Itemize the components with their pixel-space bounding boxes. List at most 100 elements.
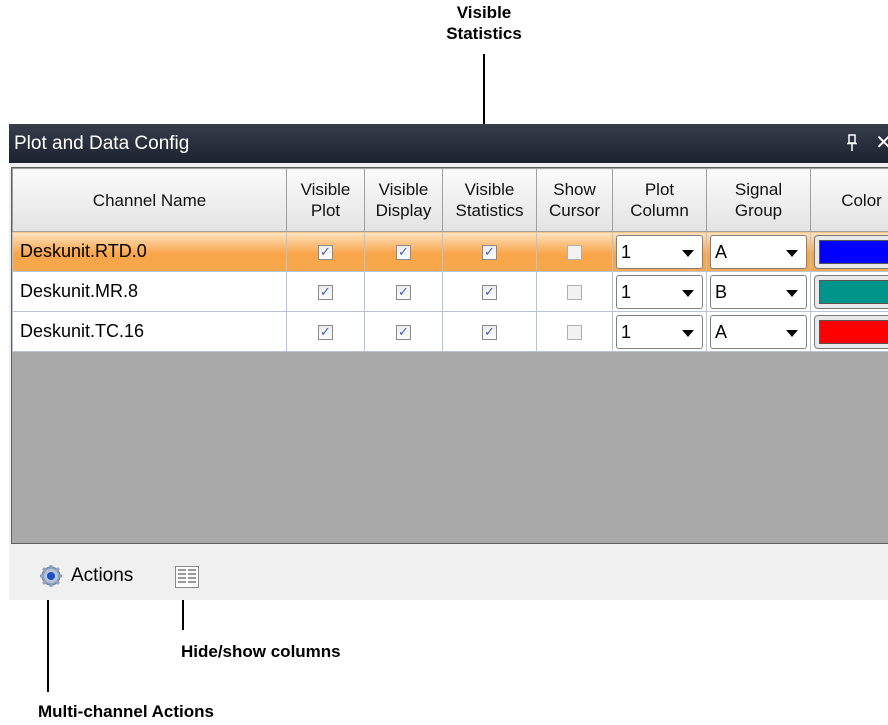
chevron-down-icon <box>682 249 694 257</box>
plot-column-cell: 1 <box>612 231 707 272</box>
column-header[interactable]: Plot Column <box>612 168 707 232</box>
table-row[interactable]: Deskunit.TC.16 ✓ ✓ ✓ 1 A <box>12 311 888 352</box>
column-header[interactable]: Channel Name <box>12 168 287 232</box>
channel-name-cell: Deskunit.RTD.0 <box>12 231 287 272</box>
actions-button[interactable]: Actions <box>39 562 133 590</box>
plot-column-dropdown[interactable]: 1 <box>616 314 703 349</box>
visible-plot-checkbox[interactable]: ✓ <box>318 324 333 340</box>
visible-statistics-checkbox[interactable]: ✓ <box>482 324 497 340</box>
column-header[interactable]: Signal Group <box>706 168 811 232</box>
show-cursor-cell <box>536 311 613 352</box>
plot-column-dropdown[interactable]: 1 <box>616 274 703 309</box>
show-cursor-checkbox[interactable] <box>567 284 582 300</box>
actions-label: Actions <box>71 565 134 586</box>
color-cell <box>810 271 888 312</box>
callout-line: Visible <box>456 3 512 22</box>
callout-pointer-line <box>47 590 49 692</box>
signal-group-cell: B <box>706 271 811 312</box>
dropdown-value: A <box>715 321 728 342</box>
grid-header-row: Channel Name Visible Plot Visible Display Vis… <box>12 168 888 232</box>
column-header[interactable]: Visible Display <box>364 168 443 232</box>
column-header-text: Channel Name <box>92 190 207 210</box>
show-cursor-cell <box>536 271 613 312</box>
dropdown-value: 1 <box>621 321 632 342</box>
column-header[interactable]: Visible Plot <box>286 168 365 232</box>
table-row[interactable]: Deskunit.RTD.0 ✓ ✓ ✓ 1 A <box>12 231 888 272</box>
visible-display-checkbox[interactable]: ✓ <box>396 284 411 300</box>
column-header-text: Group <box>734 201 783 220</box>
visible-statistics-cell: ✓ <box>442 271 537 312</box>
column-header-text: Visible <box>300 180 351 199</box>
visible-statistics-checkbox[interactable]: ✓ <box>482 244 497 260</box>
panel-titlebar: Plot and Data Config ✕ <box>9 124 888 163</box>
color-cell <box>810 311 888 352</box>
callout-line: Statistics <box>446 24 522 43</box>
dropdown-value: A <box>715 241 728 262</box>
callout-visible-statistics: Visible Statistics <box>400 2 568 44</box>
visible-display-checkbox[interactable]: ✓ <box>396 244 411 260</box>
signal-group-dropdown[interactable]: A <box>710 314 807 349</box>
show-cursor-checkbox[interactable] <box>567 324 582 340</box>
column-header[interactable]: Show Cursor <box>536 168 613 232</box>
panel-title: Plot and Data Config <box>14 133 190 154</box>
color-picker-button[interactable] <box>814 274 888 309</box>
channel-grid: Channel Name Visible Plot Visible Display Vis… <box>12 168 888 352</box>
channel-name-cell: Deskunit.MR.8 <box>12 271 287 312</box>
visible-display-checkbox[interactable]: ✓ <box>396 324 411 340</box>
visible-plot-checkbox[interactable]: ✓ <box>318 284 333 300</box>
color-cell <box>810 231 888 272</box>
table-row[interactable]: Deskunit.MR.8 ✓ ✓ ✓ 1 B <box>12 271 888 312</box>
channel-grid-area: Channel Name Visible Plot Visible Display Vis… <box>11 167 888 544</box>
visible-display-cell: ✓ <box>364 231 443 272</box>
plot-column-cell: 1 <box>612 271 707 312</box>
chevron-down-icon <box>786 289 798 297</box>
color-swatch <box>819 319 888 344</box>
column-header[interactable]: Color <box>810 168 888 232</box>
signal-group-cell: A <box>706 311 811 352</box>
show-cursor-checkbox[interactable] <box>567 244 582 260</box>
column-header-text: Visible <box>378 180 429 199</box>
visible-statistics-checkbox[interactable]: ✓ <box>482 284 497 300</box>
plot-column-cell: 1 <box>612 311 707 352</box>
signal-group-dropdown[interactable]: A <box>710 234 807 269</box>
plot-data-config-panel: Plot and Data Config ✕ Channel Name Visib… <box>9 124 888 600</box>
signal-group-dropdown[interactable]: B <box>710 274 807 309</box>
column-header-text: Statistics <box>455 201 524 220</box>
column-header-text: Plot <box>644 180 675 199</box>
column-header-text: Visible <box>464 180 515 199</box>
chevron-down-icon <box>682 329 694 337</box>
color-swatch <box>819 239 888 264</box>
visible-plot-cell: ✓ <box>286 271 365 312</box>
column-header[interactable]: Visible Statistics <box>442 168 537 232</box>
column-header-text: Cursor <box>548 201 600 220</box>
gear-icon <box>40 565 62 587</box>
show-cursor-cell <box>536 231 613 272</box>
visible-display-cell: ✓ <box>364 271 443 312</box>
visible-plot-checkbox[interactable]: ✓ <box>318 244 333 260</box>
channel-name-cell: Deskunit.TC.16 <box>12 311 287 352</box>
column-header-text: Plot <box>310 201 341 220</box>
signal-group-cell: A <box>706 231 811 272</box>
visible-statistics-cell: ✓ <box>442 231 537 272</box>
dropdown-value: B <box>715 281 728 302</box>
column-header-text: Column <box>630 201 689 220</box>
callout-multi-channel-actions: Multi-channel Actions <box>38 702 214 721</box>
panel-footer: Actions <box>9 552 888 600</box>
color-picker-button[interactable] <box>814 234 888 269</box>
color-picker-button[interactable] <box>814 314 888 349</box>
chevron-down-icon <box>786 249 798 257</box>
columns-icon[interactable] <box>175 566 199 588</box>
visible-plot-cell: ✓ <box>286 311 365 352</box>
column-header-text: Display <box>375 201 432 220</box>
dropdown-value: 1 <box>621 281 632 302</box>
column-header-text: Show <box>553 180 596 199</box>
column-header-text: Color <box>841 190 882 210</box>
close-icon[interactable]: ✕ <box>875 132 888 152</box>
visible-display-cell: ✓ <box>364 311 443 352</box>
dropdown-value: 1 <box>621 241 632 262</box>
visible-statistics-cell: ✓ <box>442 311 537 352</box>
visible-plot-cell: ✓ <box>286 231 365 272</box>
color-swatch <box>819 279 888 304</box>
plot-column-dropdown[interactable]: 1 <box>616 234 703 269</box>
pin-icon[interactable] <box>846 134 858 152</box>
